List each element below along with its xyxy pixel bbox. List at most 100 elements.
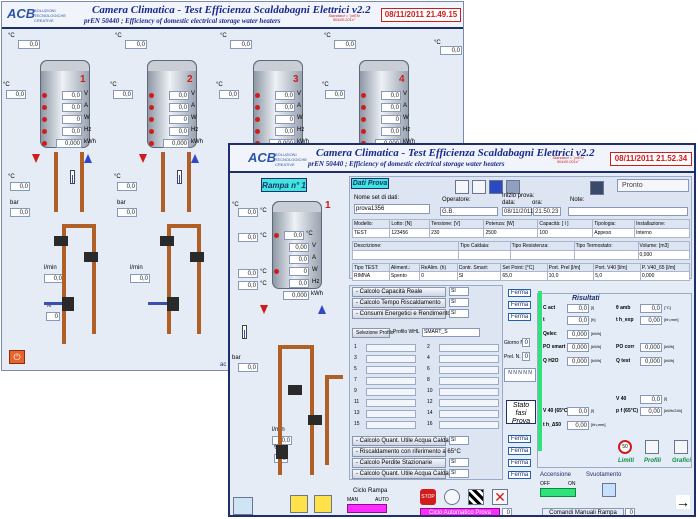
heater-a: 0,0 xyxy=(275,103,295,112)
ferma-button[interactable]: Ferma xyxy=(508,471,531,479)
ambient-temp: 0,0 xyxy=(238,208,258,217)
v40b-unit: [l] xyxy=(591,408,595,413)
standard-label: Standard = "prEN 50440:201x" xyxy=(552,155,584,164)
installazione-select[interactable]: Interno xyxy=(634,228,690,238)
tipologia-select[interactable]: Appeso xyxy=(592,228,636,238)
save-as-icon[interactable] xyxy=(506,180,520,194)
pf-value: 0,00 xyxy=(640,407,662,416)
stop-icon[interactable]: STOP xyxy=(420,489,436,505)
calc-button[interactable]: - Calcolo Quant. Utile Acqua Calda a 65° xyxy=(352,469,464,479)
td-label: t h_Δ50 xyxy=(543,422,562,428)
ciclo-auto-value: 0 xyxy=(502,508,512,515)
ciclo-auto-bar: Ciclo Automatico Prova xyxy=(420,508,500,515)
ciclo-rampa-toggle[interactable] xyxy=(347,504,387,513)
po-value: 0,000 xyxy=(567,343,589,352)
tipo-caldaia-input[interactable] xyxy=(458,250,511,260)
calc-select[interactable]: SI xyxy=(449,436,469,445)
ferma-button[interactable]: Ferma xyxy=(508,435,531,443)
footer-text: ac xyxy=(220,362,227,368)
cancel-icon[interactable]: ✕ xyxy=(492,489,508,505)
profile-row: 5 xyxy=(354,366,357,372)
calc-select[interactable]: SI xyxy=(449,458,469,467)
selezione-profilo-button[interactable]: Selezione Profilo: xyxy=(352,328,395,338)
tensione-value[interactable]: 230 xyxy=(429,228,485,238)
start-date: 08/11/2011 xyxy=(502,207,534,216)
accensione-toggle[interactable] xyxy=(540,488,576,497)
v40b-label: V 40 (65°C) xyxy=(543,408,570,414)
standard-label: Standard = "prEN 50440:201x" xyxy=(328,13,360,22)
heater-kwh: 0,000 xyxy=(163,139,189,148)
modello-value[interactable]: TEST xyxy=(351,228,391,238)
calc-select[interactable]: SI xyxy=(449,309,469,318)
power-button[interactable]: ⏻ xyxy=(9,350,25,364)
theap-value: 0,00 xyxy=(640,316,662,325)
lotto-value[interactable]: 123456 xyxy=(389,228,431,238)
profile-row: 4 xyxy=(427,355,430,361)
operatore-input[interactable]: G.B. xyxy=(440,207,498,216)
po2-unit: [kWh] xyxy=(664,344,675,349)
volume-value: 0,000 xyxy=(637,250,691,260)
calc-select[interactable]: SI xyxy=(449,287,469,296)
profilo-select[interactable]: SMART_S xyxy=(422,328,480,337)
heater-a: 0,0 xyxy=(381,103,401,112)
pf-label: p f (65°C) xyxy=(616,408,638,414)
capacita-value[interactable]: 100 xyxy=(537,228,594,238)
contr-smart-select[interactable]: SI xyxy=(456,271,502,281)
ferma-button[interactable]: Ferma xyxy=(508,313,531,321)
heater-v: 0,0 xyxy=(62,91,82,100)
temp-inlet: 0,0 xyxy=(117,182,137,191)
alarm-icon[interactable] xyxy=(314,495,332,513)
qh2o-unit: [kWh] xyxy=(591,358,602,363)
theap-label: t h_exp xyxy=(616,317,634,323)
calc-button[interactable]: - Calcolo Perdite Stazionarie xyxy=(352,458,446,468)
setpoint-value[interactable]: 65,0 xyxy=(500,271,548,281)
warning-icon[interactable] xyxy=(290,495,308,513)
flow-value: 0,0 xyxy=(272,436,292,445)
calc-button[interactable]: - Calcolo Tempo Riscaldamento xyxy=(352,298,446,308)
profili-icon[interactable] xyxy=(645,440,659,454)
calc-select[interactable]: SI xyxy=(449,298,469,307)
tipo-termostato-input[interactable] xyxy=(573,250,639,260)
dati-table-2: Descrizione: Tipo Caldaia: Tipo Resisten… xyxy=(352,241,691,260)
td-value: 0,00 xyxy=(567,421,589,430)
save-icon[interactable] xyxy=(489,180,503,194)
cact-label: C act xyxy=(543,305,556,311)
dati-prova-tab[interactable]: Dati Prova xyxy=(351,178,389,189)
new-file-icon[interactable] xyxy=(455,180,469,194)
limiti-icon[interactable]: 50 xyxy=(618,440,632,454)
calc-select[interactable]: SI xyxy=(449,469,469,478)
descrizione-input[interactable] xyxy=(352,250,459,260)
potenza-value[interactable]: 2500 xyxy=(483,228,539,238)
alim-select[interactable]: Spento xyxy=(388,271,421,281)
ferma-button[interactable]: Ferma xyxy=(508,301,531,309)
ferma-button[interactable]: Ferma xyxy=(508,447,531,455)
calc-button[interactable]: - Calcolo Quant. Utile Acqua Calda xyxy=(352,436,449,446)
tipo-test-select[interactable]: RIMNA xyxy=(352,271,390,281)
pprel-value[interactable]: 10,0 xyxy=(546,271,595,281)
calc-button[interactable]: - Consumi Energetici e Rendimento xyxy=(352,309,451,319)
realim-value[interactable]: 0 xyxy=(419,271,458,281)
next-arrow-icon[interactable]: → xyxy=(676,495,690,509)
ferma-button[interactable]: Ferma xyxy=(508,459,531,467)
heater-a: 0,0 xyxy=(169,103,189,112)
export-icon[interactable] xyxy=(590,181,604,195)
svuotamento-icon[interactable] xyxy=(602,483,616,497)
note-input[interactable] xyxy=(568,207,688,216)
ambient-temp: 0,0 xyxy=(334,40,356,49)
heater-w: 0 xyxy=(169,115,189,124)
pf-unit: [kWh/24h] xyxy=(664,408,683,413)
tipo-resistenza-input[interactable] xyxy=(509,250,575,260)
grafici-icon[interactable] xyxy=(674,440,688,454)
cycle-icon[interactable] xyxy=(444,489,460,505)
finish-flag-icon[interactable] xyxy=(468,489,484,505)
ferma-button[interactable]: Ferma xyxy=(508,289,531,297)
qh2o-value: 0,000 xyxy=(567,357,589,366)
hot-arrow-icon xyxy=(32,154,40,163)
exit-icon[interactable] xyxy=(233,497,253,515)
stato-fasi-prova[interactable]: Stato fasi Prova xyxy=(506,400,536,425)
pv40-value[interactable]: 5,0 xyxy=(593,271,641,281)
calc-button[interactable]: - Riscaldamento con riferimento a 65°C xyxy=(352,447,461,457)
calc-button[interactable]: - Calcolo Capacità Reale xyxy=(352,287,446,297)
dataset-name-select[interactable]: prova1356 xyxy=(354,204,430,214)
open-folder-icon[interactable] xyxy=(472,180,486,194)
